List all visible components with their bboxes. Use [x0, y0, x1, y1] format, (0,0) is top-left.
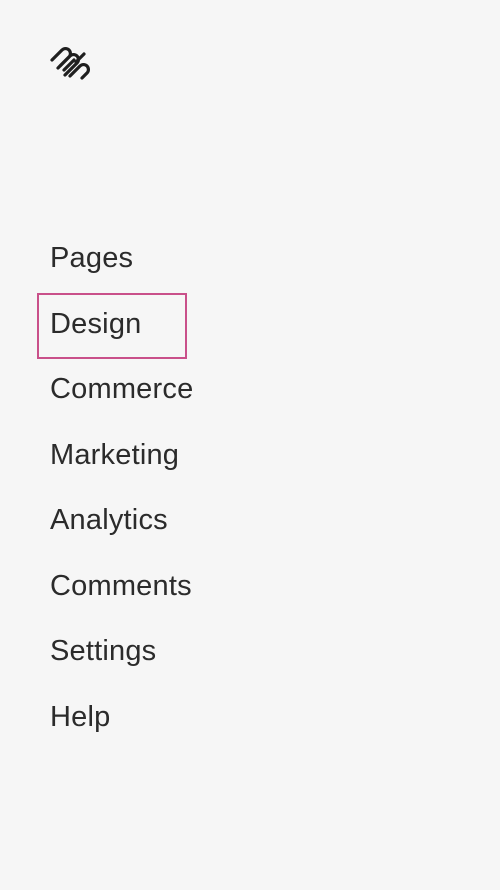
- nav-item-design[interactable]: Design: [0, 292, 500, 359]
- nav-item-analytics[interactable]: Analytics: [0, 488, 500, 554]
- squarespace-logo-icon[interactable]: [48, 44, 92, 82]
- nav-item-label: Analytics: [50, 504, 168, 537]
- nav-item-label: Marketing: [50, 438, 180, 471]
- nav-item-commerce[interactable]: Commerce: [0, 357, 500, 423]
- main-nav: Pages Design Commerce Marketing Analytic…: [0, 226, 500, 750]
- nav-item-marketing[interactable]: Marketing: [0, 423, 500, 489]
- nav-item-label: Comments: [50, 569, 192, 602]
- nav-item-label: Pages: [50, 242, 134, 275]
- nav-item-label: Design: [50, 307, 142, 340]
- nav-item-pages[interactable]: Pages: [0, 226, 500, 292]
- nav-item-help[interactable]: Help: [0, 685, 500, 751]
- nav-item-label: Help: [50, 700, 111, 733]
- nav-item-settings[interactable]: Settings: [0, 619, 500, 685]
- nav-item-label: Settings: [50, 635, 157, 668]
- nav-item-label: Commerce: [50, 373, 194, 406]
- nav-item-comments[interactable]: Comments: [0, 554, 500, 620]
